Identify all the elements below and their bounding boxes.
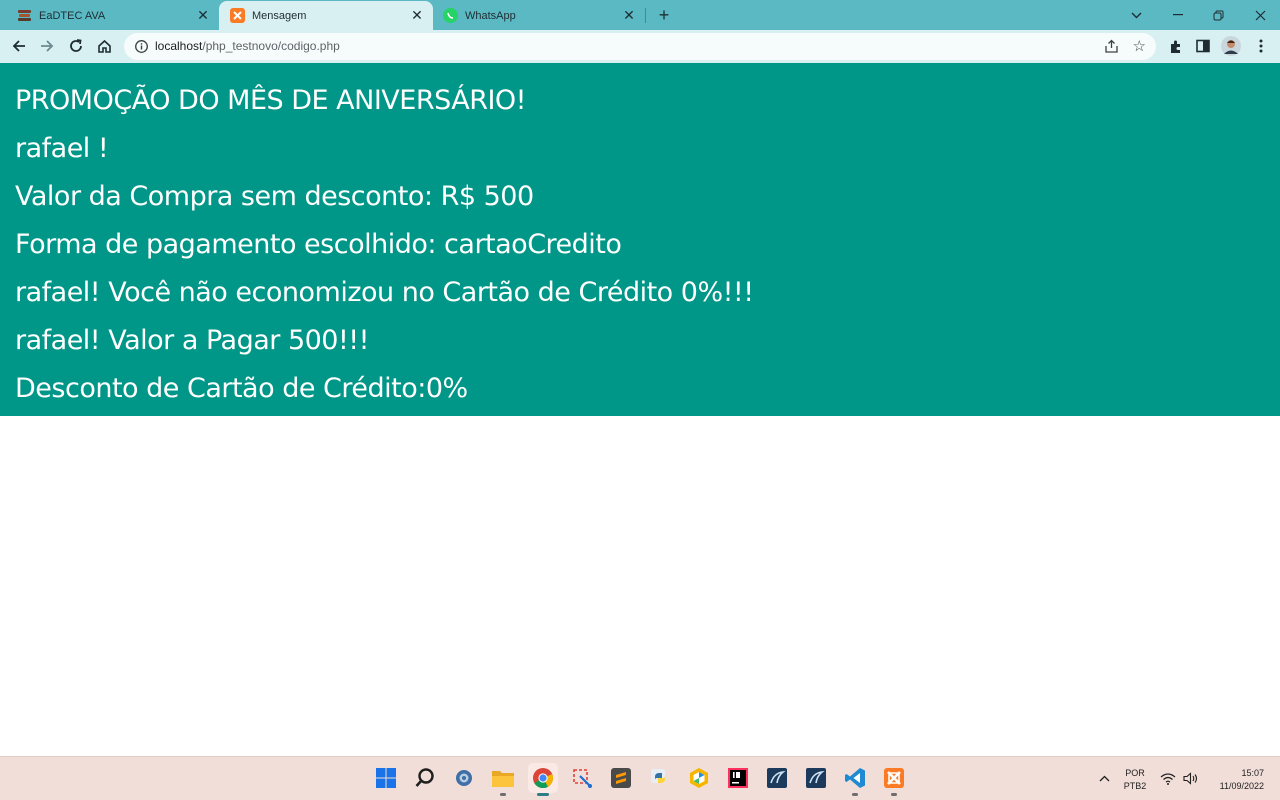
minimize-button[interactable]: [1158, 0, 1198, 30]
address-bar[interactable]: localhost/php_testnovo/codigo.php ☆: [124, 33, 1156, 60]
running-indicator: [852, 793, 858, 796]
url-path: /php_testnovo/codigo.php: [202, 39, 340, 53]
vscode-icon[interactable]: [842, 765, 868, 796]
close-icon[interactable]: ✕: [193, 6, 213, 26]
payment-method-line: Forma de pagamento escolhido: cartaoCred…: [15, 229, 622, 260]
tab-title: EaDTEC AVA: [39, 9, 106, 22]
page-blank-area: [0, 416, 1280, 756]
book-stack-icon: [17, 8, 32, 23]
python-icon[interactable]: [647, 765, 673, 791]
tab-eadtec-ava[interactable]: EaDTEC AVA ✕: [0, 1, 219, 30]
clock-time: 15:07: [1241, 768, 1264, 778]
close-icon[interactable]: ✕: [407, 6, 427, 26]
url-host: localhost: [155, 39, 203, 53]
tab-separator: [645, 8, 646, 23]
clock-date: 11/09/2022: [1219, 781, 1264, 791]
back-button[interactable]: [7, 34, 31, 58]
intellij-icon[interactable]: [725, 765, 751, 791]
browser-toolbar: localhost/php_testnovo/codigo.php ☆: [0, 30, 1280, 63]
side-panel-icon[interactable]: [1193, 36, 1213, 56]
windows-start-icon[interactable]: [373, 765, 399, 791]
tab-mensagem[interactable]: Mensagem ✕: [219, 1, 433, 30]
page-content: PROMOÇÃO DO MÊS DE ANIVERSÁRIO! rafael !…: [0, 63, 1280, 416]
xampp-icon[interactable]: [881, 765, 907, 796]
tab-title: WhatsApp: [465, 9, 516, 22]
clock[interactable]: 15:07 11/09/2022: [1206, 767, 1270, 793]
whatsapp-icon: [443, 8, 458, 23]
tab-search-icon[interactable]: [1116, 0, 1156, 30]
savings-message-line: rafael! Você não economizou no Cartão de…: [15, 277, 754, 308]
language-code: POR: [1125, 768, 1145, 778]
profile-avatar[interactable]: [1221, 36, 1241, 56]
active-indicator: [537, 793, 549, 796]
volume-icon[interactable]: [1180, 765, 1202, 791]
restore-button[interactable]: [1198, 0, 1238, 30]
file-explorer-icon[interactable]: [490, 765, 516, 796]
url-text: localhost/php_testnovo/codigo.php: [155, 39, 340, 53]
chrome-icon[interactable]: [528, 763, 558, 796]
running-indicator: [500, 793, 506, 796]
chevron-up-icon[interactable]: [1092, 765, 1116, 791]
new-tab-button[interactable]: +: [654, 5, 674, 25]
share-icon[interactable]: [1103, 38, 1120, 55]
forward-button[interactable]: [35, 34, 59, 58]
snipping-tool-icon[interactable]: [569, 765, 595, 791]
keyboard-layout: PTB2: [1123, 781, 1147, 791]
close-window-button[interactable]: [1240, 0, 1280, 30]
settings-icon[interactable]: [451, 765, 477, 791]
mysql-workbench-icon[interactable]: [803, 765, 829, 791]
amount-due-line: rafael! Valor a Pagar 500!!!: [15, 325, 369, 356]
search-icon[interactable]: [412, 765, 438, 791]
sublime-text-icon[interactable]: [608, 765, 634, 791]
git-icon[interactable]: [686, 765, 712, 791]
language-indicator[interactable]: POR PTB2: [1118, 767, 1152, 793]
promo-heading: PROMOÇÃO DO MÊS DE ANIVERSÁRIO!: [15, 85, 527, 116]
tab-whatsapp[interactable]: WhatsApp ✕: [433, 1, 645, 30]
tab-strip: EaDTEC AVA ✕ Mensagem ✕ WhatsApp ✕ +: [0, 0, 1280, 30]
bookmark-star-icon[interactable]: ☆: [1133, 37, 1146, 55]
discount-line: Desconto de Cartão de Crédito:0%: [15, 373, 468, 404]
customer-name-line: rafael !: [15, 133, 109, 164]
xampp-icon: [230, 8, 245, 23]
extensions-icon[interactable]: [1165, 36, 1185, 56]
close-icon[interactable]: ✕: [619, 6, 639, 26]
info-icon[interactable]: [134, 39, 149, 54]
running-indicator: [891, 793, 897, 796]
wifi-icon[interactable]: [1157, 765, 1179, 791]
reload-button[interactable]: [64, 34, 88, 58]
menu-kebab-icon[interactable]: [1251, 36, 1271, 56]
purchase-value-line: Valor da Compra sem desconto: R$ 500: [15, 181, 534, 212]
mysql-workbench-icon[interactable]: [764, 765, 790, 791]
tab-title: Mensagem: [252, 9, 307, 22]
home-button[interactable]: [92, 34, 116, 58]
taskbar: POR PTB2 15:07 11/09/2022: [0, 756, 1280, 800]
